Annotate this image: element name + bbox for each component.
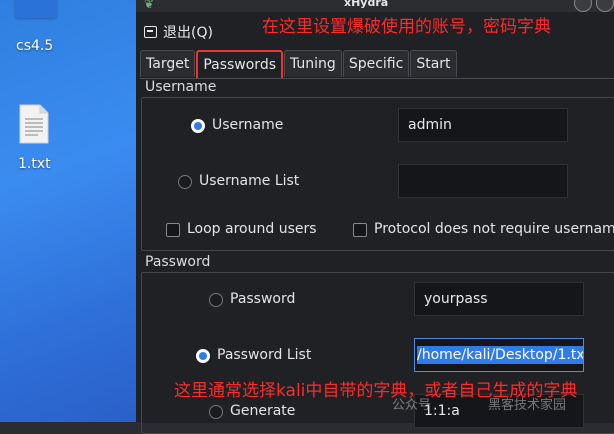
username-radio-label[interactable]: Username	[212, 117, 283, 133]
protocol-no-username-checkbox[interactable]	[353, 223, 367, 237]
username-input[interactable]: admin	[398, 108, 568, 142]
password-radio-label[interactable]: Password	[230, 291, 295, 307]
tab-target[interactable]: Target	[140, 50, 196, 77]
menu-quit[interactable]: 退出(Q)	[144, 22, 213, 42]
password-list-radio-label[interactable]: Password List	[217, 347, 311, 363]
tab-bar: Target Passwords Tuning Specific Start	[140, 50, 458, 80]
annotation-top: 在这里设置爆破使用的账号，密码字典	[262, 17, 551, 37]
watermark-right: 黑客技术家园	[488, 398, 567, 413]
password-radio[interactable]	[209, 293, 223, 307]
menu-quit-label: 退出(Q)	[163, 25, 213, 41]
password-list-value: /home/kali/Desktop/1.txt	[417, 346, 583, 364]
passwords-panel: Username Username admin Username List Lo…	[140, 78, 614, 434]
file-label[interactable]: 1.txt	[18, 156, 51, 172]
exit-icon	[144, 26, 157, 38]
tab-tuning[interactable]: Tuning	[284, 50, 342, 77]
watermark-left: 公众号	[392, 398, 432, 413]
title-bar: ❦ xHydra	[136, 0, 614, 12]
loop-users-checkbox[interactable]	[166, 223, 180, 237]
username-radio[interactable]	[191, 119, 205, 133]
tab-start[interactable]: Start	[410, 50, 457, 77]
generate-radio[interactable]	[209, 405, 223, 419]
loop-users-label[interactable]: Loop around users	[187, 221, 317, 237]
username-list-radio[interactable]	[178, 175, 192, 189]
tab-specific[interactable]: Specific	[342, 50, 410, 77]
text-file-icon[interactable]	[18, 104, 50, 144]
password-list-input[interactable]: /home/kali/Desktop/1.txt	[414, 338, 584, 372]
generate-radio-label[interactable]: Generate	[230, 403, 295, 419]
hydra-app-icon: ❦	[144, 0, 155, 11]
password-list-radio[interactable]	[196, 349, 210, 363]
xhydra-window: ❦ xHydra 退出(Q) Target Passwords Tuning S…	[136, 0, 614, 434]
username-list-radio-label[interactable]: Username List	[199, 173, 299, 189]
close-button[interactable]	[596, 0, 614, 12]
protocol-no-username-label[interactable]: Protocol does not require usernames	[374, 221, 614, 237]
folder-icon[interactable]	[15, 0, 57, 18]
password-group-title: Password	[145, 254, 211, 270]
tab-passwords[interactable]: Passwords	[196, 50, 283, 80]
minimize-button[interactable]	[574, 0, 592, 12]
desktop: cs4.5 1.txt	[0, 0, 136, 422]
folder-label[interactable]: cs4.5	[16, 38, 53, 54]
username-group-title: Username	[145, 79, 217, 95]
username-list-input[interactable]	[398, 164, 568, 198]
password-input[interactable]: yourpass	[414, 282, 584, 316]
window-title: xHydra	[344, 0, 389, 9]
